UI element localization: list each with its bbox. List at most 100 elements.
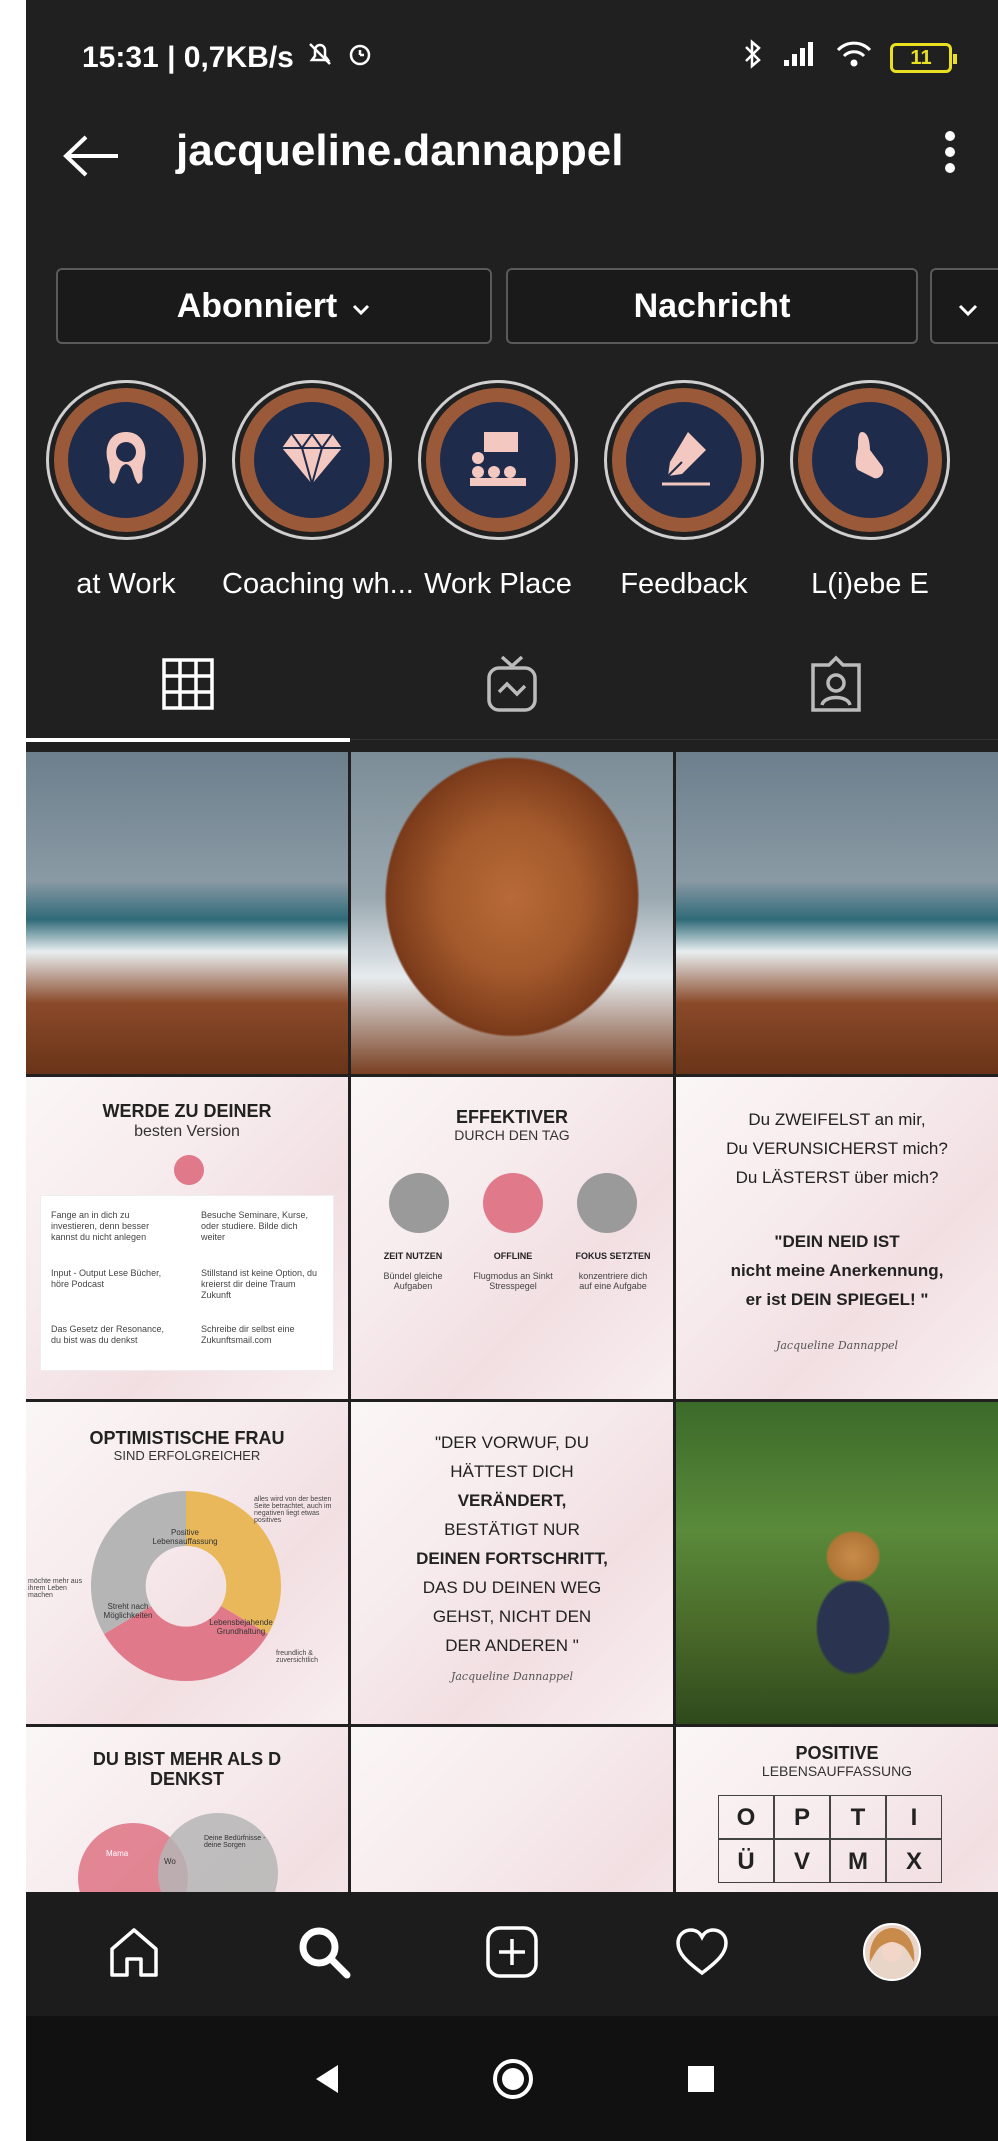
post-title: OPTIMISTISCHE FRAU [89,1428,285,1448]
quote-line: VERÄNDERT, [457,1491,567,1510]
highlight-work-place[interactable]: Work Place [408,380,588,601]
profile-button[interactable] [852,1914,932,1994]
highlight-label: Coaching wh... [222,568,414,600]
post-list-item: Besuche Seminare, Kurse, oder studiere. … [201,1210,309,1242]
profile-username: jacqueline.dannappel [176,126,624,175]
post-title: POSITIVE [795,1743,879,1763]
highlight-label: Feedback [620,568,748,600]
highlight-ring [418,380,578,540]
status-bar: 15:31 | 0,7KB/s 11 [26,0,998,108]
tab-tagged[interactable] [674,632,998,740]
search-button[interactable] [284,1914,364,1994]
note: alles wird von der besten Seite betracht… [254,1496,332,1524]
highlight-liebe[interactable]: L(i)ebe E [780,380,960,601]
activity-button[interactable] [662,1914,742,1994]
quote-line: HÄTTEST DICH [450,1462,574,1481]
system-back-button[interactable] [292,2046,362,2116]
post-list-item: Input - Output Lese Bücher, höre Podcast [51,1268,162,1289]
message-button[interactable]: Nachricht [506,268,918,344]
chevron-down-icon [957,287,979,326]
letter-cell: T [830,1795,886,1839]
message-label: Nachricht [633,286,791,325]
more-options-button[interactable] [920,118,980,198]
highlight-label: at Work [76,568,176,600]
alarm-icon [346,40,374,76]
quote-lines: Du ZWEIFELST an mir, Du VERUNSICHERST mi… [676,1105,998,1192]
profile-actions: Abonniert Nachricht [26,268,998,348]
post-title: EFFEKTIVER [455,1107,568,1127]
hand-icon [840,426,900,495]
system-recents-button[interactable] [666,2046,736,2116]
following-button[interactable]: Abonniert [56,268,492,344]
highlight-at-work[interactable]: at Work [36,380,216,601]
status-right: 11 [742,38,957,78]
post-photo-rocks[interactable] [351,752,673,1074]
post-optimistische-frau[interactable]: OPTIMISTISCHE FRAU SIND ERFOLGREICHER Po… [26,1402,348,1724]
post-title: WERDE ZU DEINER [102,1101,272,1121]
letter-grid: O P T I Ü V M X [718,1795,942,1883]
home-button[interactable] [94,1914,174,1994]
igtv-icon [485,654,539,719]
chevron-down-icon [351,287,371,326]
letter-cell: X [886,1839,942,1883]
phone-icon [483,1173,543,1233]
highlight-ring [232,380,392,540]
post-quote-neid[interactable]: Du ZWEIFELST an mir, Du VERUNSICHERST mi… [676,1077,998,1399]
highlight-feedback[interactable]: Feedback [594,380,774,601]
quote-line: "DER VORWUF, DU [434,1433,589,1452]
letter-cell: V [774,1839,830,1883]
post-photo-sea-2[interactable] [676,752,998,1074]
heart-icon [674,1927,730,1982]
letter-cell: Ü [718,1839,774,1883]
battery-icon: 11 [890,43,957,73]
highlight-coaching[interactable]: Coaching wh... [222,380,414,601]
quote-line: er ist DEIN SPIEGEL! " [745,1290,929,1309]
post-photo-forest[interactable] [676,1402,998,1724]
signal-icon [782,40,818,76]
letter-cell: I [886,1795,942,1839]
pen-icon [652,426,716,495]
quote-line: GEHST, NICHT DEN [432,1607,592,1626]
diamond-icon [280,430,344,491]
tab-igtv[interactable] [350,632,674,740]
post-subtitle: DENKST [149,1769,224,1789]
create-post-button[interactable] [472,1914,552,1994]
signature: Jacqueline Dannappel [775,1339,899,1352]
magnifier-icon [577,1173,637,1233]
post-subtitle: SIND ERFOLGREICHER [113,1448,261,1463]
post-list-item: Das Gesetz der Resonance, du bist was du… [51,1324,165,1345]
column-body: Bündel gleiche Aufgaben [383,1271,443,1291]
note: möchte mehr aus ihrem Leben machen [28,1578,83,1599]
quote-line: DEINEN FORTSCHRITT, [416,1549,608,1568]
letter-cell: P [774,1795,830,1839]
quote-line: DAS DU DEINEN WEG [422,1578,602,1597]
highlight-ring [604,380,764,540]
highlight-label: L(i)ebe E [811,568,929,600]
system-home-button[interactable] [478,2046,548,2116]
hourglass-icon [389,1173,449,1233]
profile-header: jacqueline.dannappel [26,108,998,218]
letter-cell: M [830,1839,886,1883]
status-left: 15:31 | 0,7KB/s [82,40,374,76]
tab-posts-grid[interactable] [26,632,350,742]
wifi-icon [836,40,872,76]
grid-icon [161,657,215,716]
venn-label: Mama [106,1849,129,1858]
column-head: ZEIT NUTZEN [383,1251,443,1261]
post-quote-vorwurf[interactable]: "DER VORWUF, DU HÄTTEST DICH VERÄNDERT, … [351,1402,673,1724]
search-icon [297,1925,351,1984]
segment-label: Lebensbejahende Grundhaltung [209,1618,273,1636]
venn-label: Deine Bedürfnisse - deine Sorgen [204,1835,266,1849]
post-subtitle: DURCH DEN TAG [454,1127,570,1143]
post-list-item: Stillstand ist keine Option, du kreierst… [201,1268,318,1300]
status-time: 15:31 | 0,7KB/s [82,41,294,74]
suggested-accounts-button[interactable] [930,268,998,344]
signature: Jacqueline Dannappel [450,1670,574,1683]
post-effektiver[interactable]: EFFEKTIVER DURCH DEN TAG ZEIT NUTZEN OFF… [351,1077,673,1399]
post-title: DU BIST MEHR ALS D [92,1749,282,1769]
back-button[interactable] [52,118,132,198]
post-werde-zu-deiner[interactable]: WERDE ZU DEINER besten Version Fange an … [26,1077,348,1399]
post-list-card: Fange an in dich zu investieren, denn be… [40,1195,334,1371]
post-photo-sea-1[interactable] [26,752,348,1074]
venn-label: Wo [164,1857,176,1866]
